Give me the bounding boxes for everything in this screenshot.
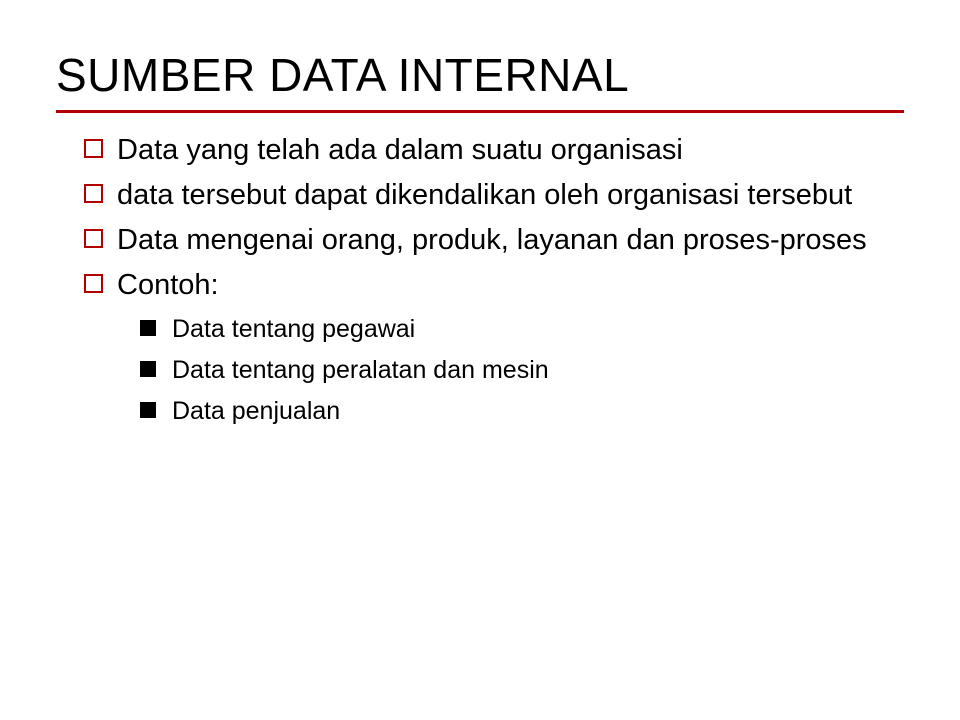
list-item: Contoh: [84, 266, 904, 305]
bullet-list: Data yang telah ada dalam suatu organisa… [56, 131, 904, 306]
list-item: Data tentang pegawai [140, 312, 904, 347]
bullet-text: Data yang telah ada dalam suatu organisa… [117, 131, 904, 170]
list-item: Data tentang peralatan dan mesin [140, 353, 904, 388]
square-filled-icon [140, 320, 156, 336]
list-item: Data mengenai orang, produk, layanan dan… [84, 221, 904, 260]
title-underline [56, 110, 904, 113]
bullet-text: Contoh: [117, 266, 904, 305]
sub-bullet-text: Data tentang pegawai [172, 312, 904, 347]
list-item: Data yang telah ada dalam suatu organisa… [84, 131, 904, 170]
square-outline-icon [84, 184, 103, 203]
sub-bullet-list: Data tentang pegawai Data tentang perala… [56, 312, 904, 429]
sub-bullet-text: Data penjualan [172, 394, 904, 429]
square-outline-icon [84, 139, 103, 158]
square-outline-icon [84, 229, 103, 248]
square-filled-icon [140, 402, 156, 418]
sub-bullet-text: Data tentang peralatan dan mesin [172, 353, 904, 388]
square-outline-icon [84, 274, 103, 293]
list-item: data tersebut dapat dikendalikan oleh or… [84, 176, 904, 215]
slide-title: SUMBER DATA INTERNAL [56, 48, 904, 102]
bullet-text: data tersebut dapat dikendalikan oleh or… [117, 176, 904, 215]
square-filled-icon [140, 361, 156, 377]
list-item: Data penjualan [140, 394, 904, 429]
bullet-text: Data mengenai orang, produk, layanan dan… [117, 221, 904, 260]
